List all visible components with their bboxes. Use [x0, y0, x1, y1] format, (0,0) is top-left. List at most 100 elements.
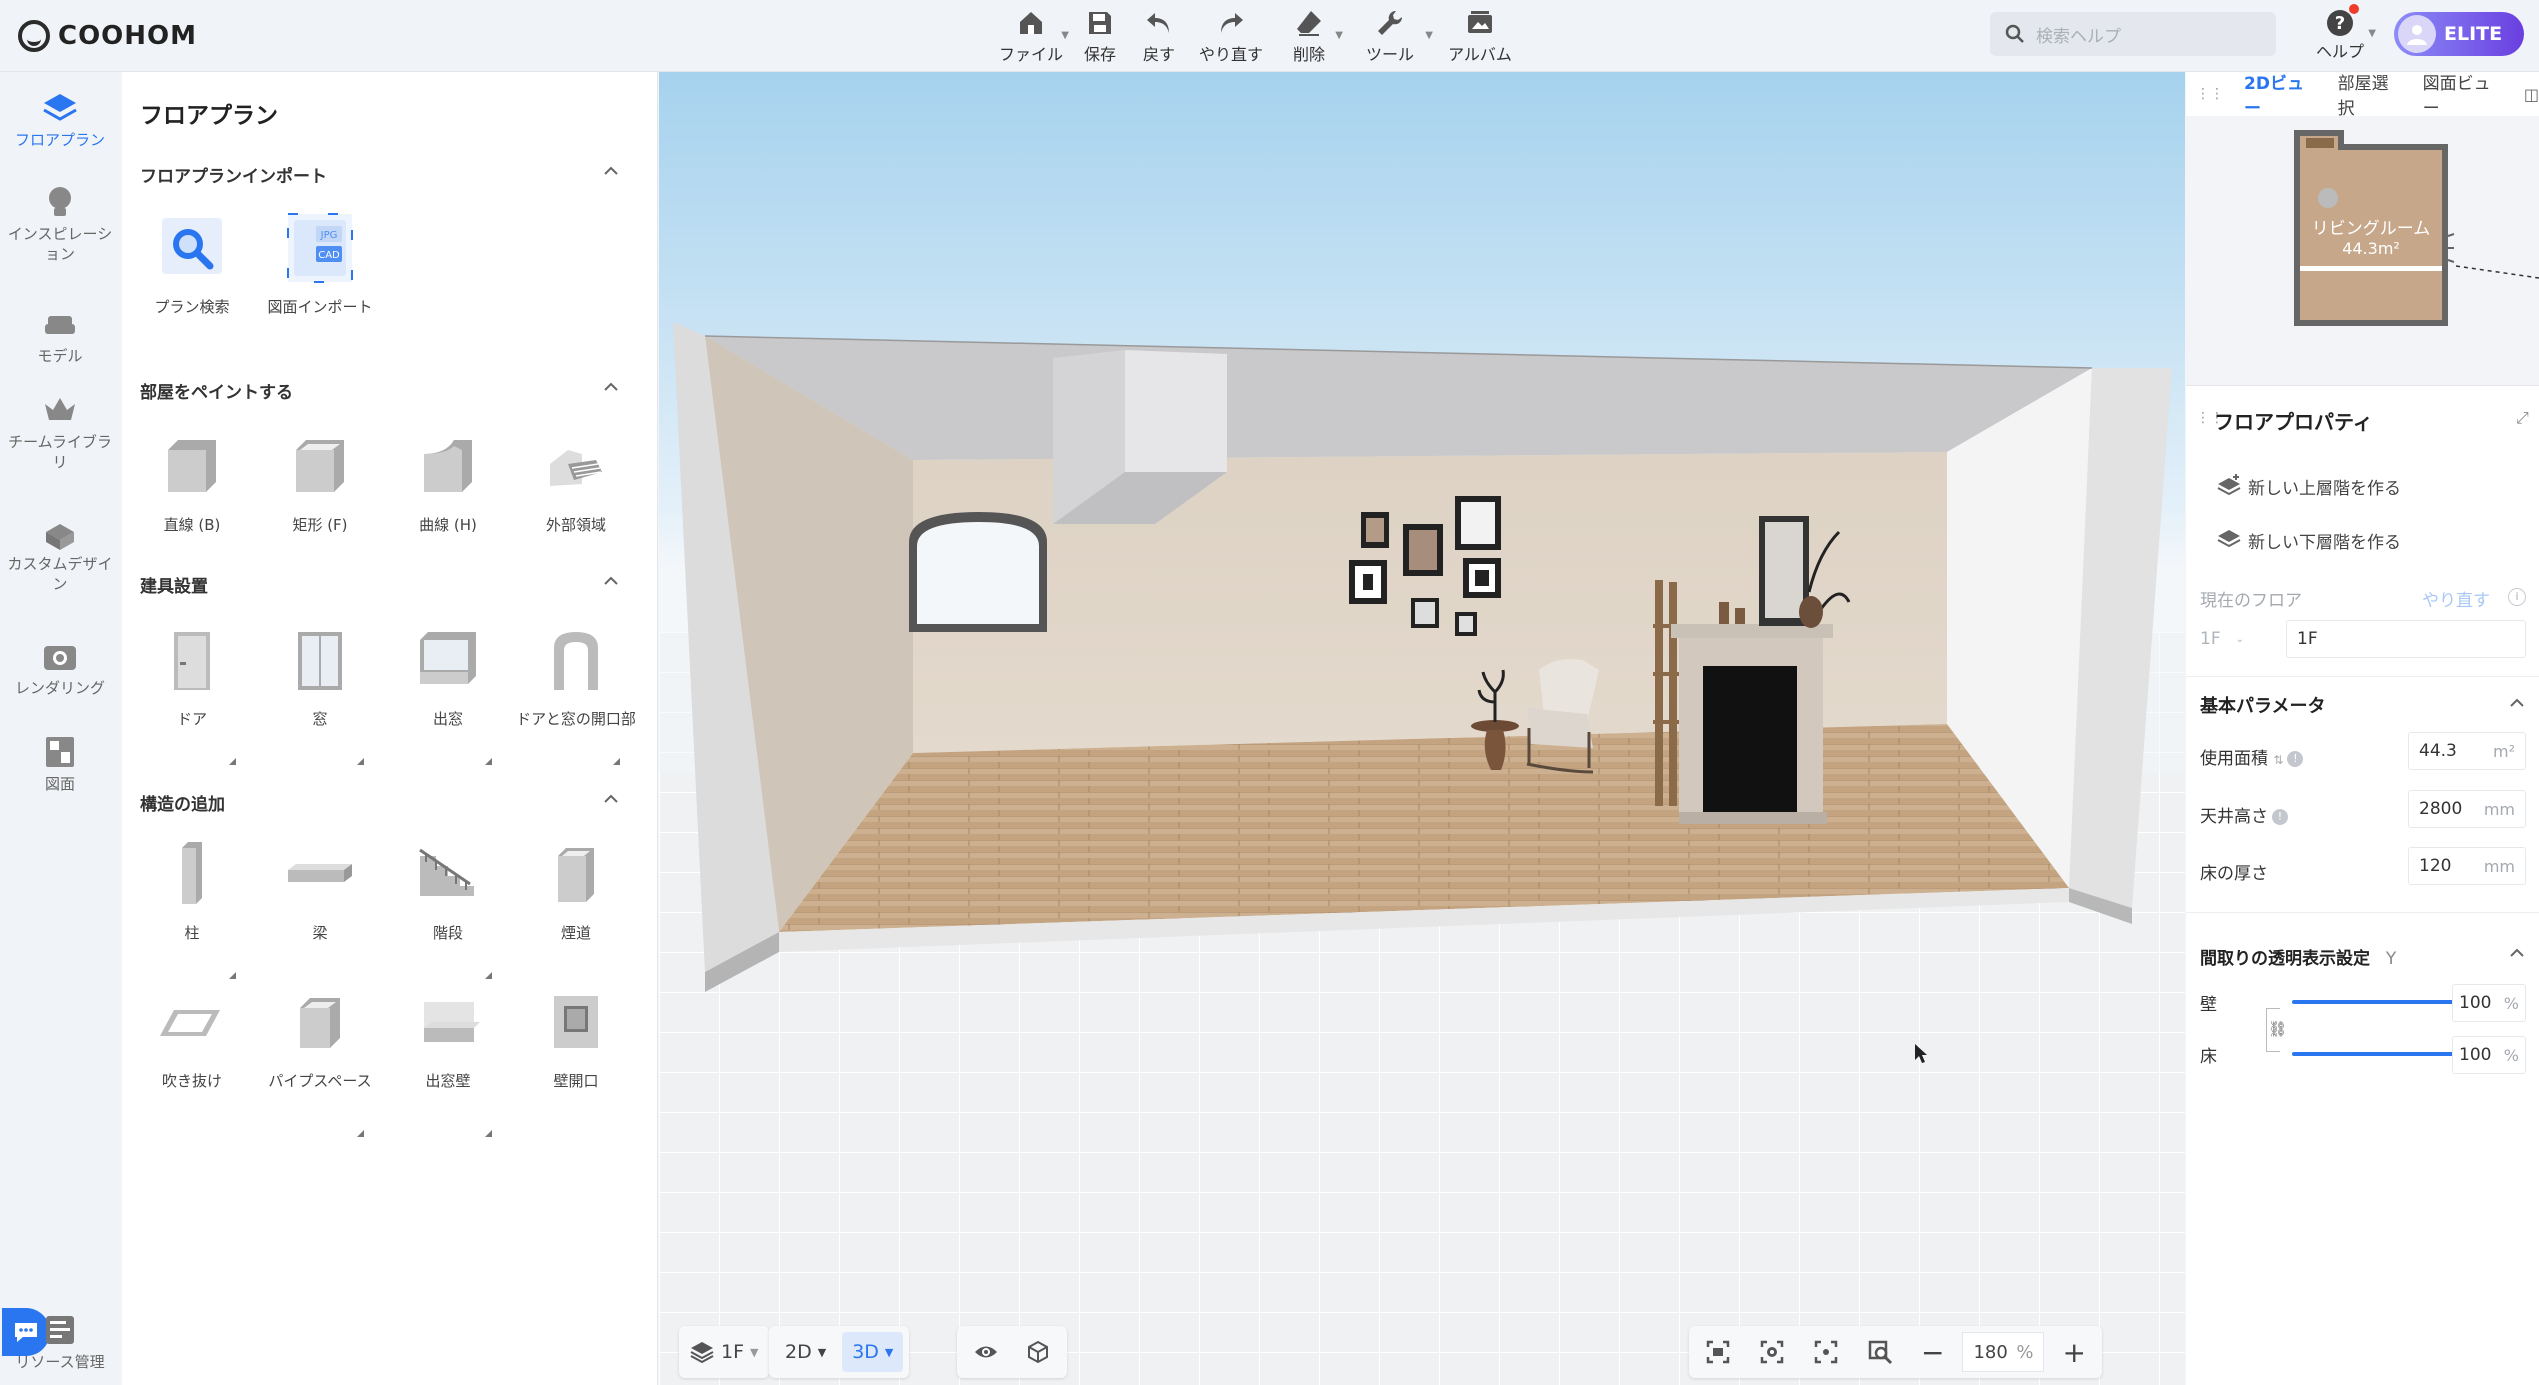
chevron-up-icon[interactable] — [600, 570, 622, 592]
3d-viewport[interactable]: 1F ▼ 2D ▼ 3D ▼ − 180 % + — [659, 72, 2185, 1385]
wall-opacity-input[interactable]: 100 % — [2452, 984, 2526, 1022]
nav-floorplan[interactable]: フロアプラン — [0, 88, 120, 150]
tile-label: 階段 — [432, 924, 463, 942]
floorplan-panel: フロアプラン フロアプランインポート プラン検索 JPG CAD 図面インポート … — [122, 72, 658, 1385]
nav-label: リソース管理 — [15, 1353, 105, 1371]
tile-atrium[interactable]: 吹き抜け — [128, 980, 256, 1092]
view-3d-button[interactable]: 3D ▼ — [842, 1332, 904, 1372]
floor-name-input[interactable]: 1F — [2286, 620, 2526, 658]
tab-2d-view[interactable]: 2Dビュー — [2244, 69, 2318, 119]
nav-custom-design[interactable]: カスタムデザイン — [0, 512, 120, 594]
tile-beam[interactable]: 梁 — [256, 832, 384, 944]
nav-model[interactable]: モデル — [0, 304, 120, 366]
user-icon — [2407, 25, 2427, 45]
album-button[interactable]: アルバム — [1435, 4, 1525, 68]
minimap[interactable]: リビングルーム 44.3m² — [2186, 116, 2539, 386]
current-floor-label: 1F — [721, 1341, 745, 1363]
ceiling-height-unit: mm — [2483, 799, 2515, 819]
camera-settings-button[interactable] — [1749, 1332, 1795, 1372]
chevron-up-icon[interactable] — [600, 788, 622, 810]
chevron-down-icon: ▼ — [2368, 28, 2376, 39]
floor-switch-button[interactable]: 1F ▼ — [679, 1332, 769, 1372]
3d-room-scene[interactable] — [659, 72, 2185, 1385]
zoom-out-button[interactable]: − — [1911, 1332, 1954, 1372]
help-button[interactable]: ? ヘルプ ▼ — [2300, 4, 2380, 68]
save-button[interactable]: 保存 — [1071, 4, 1129, 68]
cad-import-icon: JPG CAD — [278, 206, 362, 290]
account-menu[interactable]: ELITE — [2394, 12, 2524, 56]
nav-rendering[interactable]: レンダリング — [0, 636, 120, 698]
chevron-down-icon: ▼ — [1425, 30, 1433, 41]
tile-drawing-import[interactable]: JPG CAD 図面インポート — [256, 206, 384, 318]
tab-drawing-view[interactable]: 図面ビュー — [2423, 69, 2504, 119]
tile-stairs[interactable]: 階段 — [384, 832, 512, 979]
tile-line[interactable]: 直線 (B) — [128, 424, 256, 536]
material-cube-button[interactable] — [1015, 1332, 1061, 1372]
camera-icon — [40, 636, 80, 676]
file-menu-button[interactable]: ファイル ▼ — [991, 4, 1071, 68]
tile-flue[interactable]: 煙道 — [512, 832, 640, 944]
delete-button[interactable]: 削除 ▼ — [1273, 4, 1345, 68]
tile-wall-opening[interactable]: 壁開口 — [512, 980, 640, 1092]
floor-selector[interactable]: 1F ▼ — [679, 1326, 769, 1378]
floor-thickness-input[interactable]: 120 mm — [2408, 847, 2526, 885]
section-paint-title: 部屋をペイントする — [140, 383, 293, 403]
create-lower-floor-button[interactable]: 新しい下層階を作る — [2248, 528, 2401, 553]
tile-column[interactable]: 柱 — [128, 832, 256, 979]
help-search-input[interactable]: 検索ヘルプ — [1990, 12, 2276, 56]
link-chain-icon[interactable]: ⛓ — [2268, 1020, 2288, 1038]
undo-button[interactable]: 戻す — [1129, 4, 1189, 68]
tile-window[interactable]: 窓 — [256, 618, 384, 765]
zoom-level-input[interactable]: 180 % — [1962, 1332, 2045, 1372]
zoom-in-button[interactable]: + — [2052, 1332, 2095, 1372]
nav-resource-management[interactable]: リソース管理 — [0, 1310, 120, 1372]
create-upper-floor-button[interactable]: 新しい上層階を作る — [2248, 474, 2401, 499]
floor-level-select[interactable]: 1F ⌄ — [2200, 620, 2244, 658]
percent-unit: % — [2503, 1045, 2519, 1065]
tile-label: 図面インポート — [267, 298, 373, 316]
tile-bay-window[interactable]: 出窓 — [384, 618, 512, 765]
nav-drawing[interactable]: 図面 — [0, 732, 120, 794]
camera-controls: − 180 % + — [1689, 1326, 2102, 1378]
view-2d-button[interactable]: 2D ▼ — [775, 1332, 836, 1372]
nav-inspiration[interactable]: インスピレーション — [0, 182, 120, 264]
focus-button[interactable] — [1803, 1332, 1849, 1372]
minimap-floorplan: リビングルーム 44.3m² — [2294, 130, 2539, 326]
tile-curve[interactable]: 曲線 (H) — [384, 424, 512, 536]
visibility-button[interactable] — [963, 1332, 1009, 1372]
chevron-up-icon[interactable] — [2506, 692, 2528, 714]
collapse-panel-icon[interactable]: ◫ — [2524, 85, 2539, 104]
expand-icon[interactable]: ⤢ — [2516, 408, 2529, 428]
floor-opacity-input[interactable]: 100 % — [2452, 1036, 2526, 1074]
chevron-up-icon[interactable] — [600, 160, 622, 182]
tile-outside-area[interactable]: 外部領域 — [512, 424, 640, 536]
tile-pipe-space[interactable]: パイプスペース — [256, 980, 384, 1137]
chevron-up-icon[interactable] — [2506, 942, 2528, 964]
zoom-region-button[interactable] — [1857, 1332, 1903, 1372]
info-icon[interactable]: ! — [2272, 809, 2288, 825]
tools-menu-button[interactable]: ツール ▼ — [1345, 4, 1435, 68]
tab-room-select[interactable]: 部屋選択 — [2338, 69, 2403, 119]
fit-view-button[interactable] — [1695, 1332, 1741, 1372]
tile-opening[interactable]: ドアと窓の開口部 — [512, 618, 640, 765]
info-icon[interactable]: ! — [2287, 751, 2304, 767]
redo-button[interactable]: やり直す — [1189, 4, 1273, 68]
coohom-logo[interactable]: COOHOM — [18, 14, 197, 58]
ceiling-height-input[interactable]: 2800 mm — [2408, 790, 2526, 828]
drag-handle-icon[interactable]: ⋮⋮ — [2196, 86, 2224, 102]
tile-plan-search[interactable]: プラン検索 — [128, 206, 256, 318]
eraser-icon — [1297, 11, 1321, 36]
crown-icon — [40, 390, 80, 430]
curved-wall-icon — [406, 424, 490, 508]
info-icon[interactable]: i — [2508, 588, 2526, 606]
tile-bay-wall[interactable]: 出窓壁 — [384, 980, 512, 1137]
delete-label: 削除 — [1292, 45, 1325, 64]
chevron-up-icon[interactable] — [600, 376, 622, 398]
usable-area-input[interactable]: 44.3 m² — [2408, 732, 2526, 770]
nav-team-library[interactable]: チームライブラリ — [0, 390, 120, 472]
avatar — [2398, 15, 2436, 53]
arch-opening-icon — [534, 618, 618, 702]
tile-door[interactable]: ドア — [128, 618, 256, 765]
tile-rect[interactable]: 矩形 (F) — [256, 424, 384, 536]
redo-link[interactable]: やり直す — [2422, 586, 2490, 611]
